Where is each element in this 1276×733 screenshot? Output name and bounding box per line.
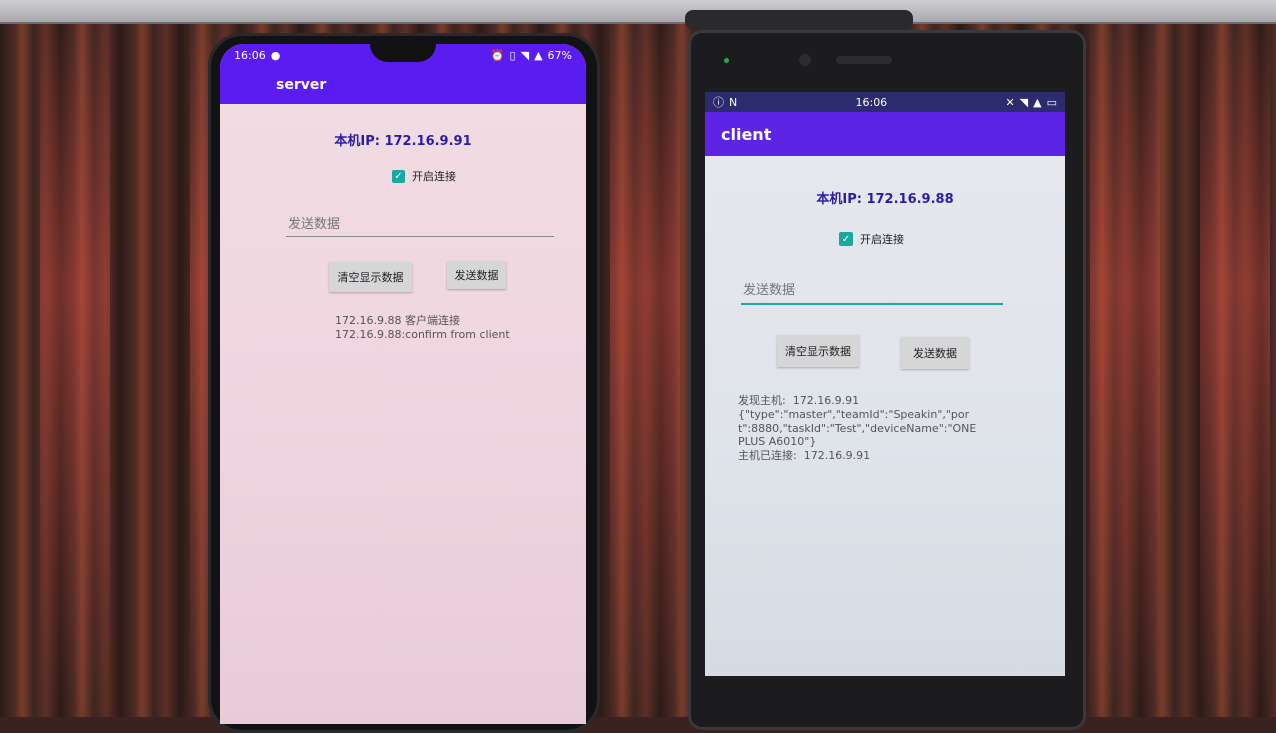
log-line: 主机已连接: 172.16.9.91 <box>738 449 871 462</box>
signal-icon: ▲ <box>534 48 543 62</box>
local-ip: 本机IP: 172.16.9.88 <box>816 192 954 207</box>
clear-display-button[interactable]: 清空显示数据 <box>329 262 412 292</box>
app-title: server <box>276 77 327 93</box>
wifi-icon: ◥ <box>520 48 530 62</box>
vibrate-icon: ▯ <box>509 48 516 62</box>
log-line: 发现主机: 172.16.9.91 <box>738 394 860 407</box>
wifi-icon: ◥ <box>1019 95 1029 109</box>
mute-icon: ✕ <box>1005 95 1015 109</box>
message-log: 172.16.9.88 客户端连接 172.16.9.88:confirm fr… <box>335 314 565 342</box>
alert-icon: ⓘ <box>713 96 724 109</box>
clear-display-button[interactable]: 清空显示数据 <box>777 335 859 367</box>
send-button[interactable]: 发送数据 <box>901 337 969 369</box>
message-log: 发现主机: 172.16.9.91 {"type":"master","team… <box>738 394 978 463</box>
client-status-bar: ⓘ N 16:06 ✕ ◥ ▲ ▭ <box>705 92 1065 112</box>
log-line: {"type":"master","teamId":"Speakin","por… <box>738 407 977 449</box>
notch <box>370 44 436 62</box>
connect-toggle[interactable]: ✓ 开启连接 <box>839 231 904 247</box>
signal-icon: ▲ <box>1033 95 1042 109</box>
status-time: 16:06 <box>855 95 888 109</box>
connect-label: 开启连接 <box>412 170 456 183</box>
battery-icon: ▭ <box>1046 95 1057 109</box>
client-app-bar: client <box>705 112 1065 156</box>
nfc-icon: N <box>729 95 738 109</box>
local-ip: 本机IP: 172.16.9.91 <box>334 134 472 149</box>
send-input[interactable] <box>286 212 554 237</box>
checkbox-checked-icon[interactable]: ✓ <box>392 169 405 183</box>
alarm-icon: ⏰ <box>490 48 505 62</box>
chat-icon: ● <box>270 48 281 62</box>
log-line: 172.16.9.88 客户端连接 <box>335 314 460 327</box>
send-button[interactable]: 发送数据 <box>447 261 506 289</box>
status-time: 16:06 <box>234 48 266 62</box>
server-app-bar: server <box>220 66 586 104</box>
server-screen: 16:06 ● ⏰ ▯ ◥ ▲ 67% server 本机IP: 172.16.… <box>220 44 586 724</box>
connect-toggle[interactable]: ✓ 开启连接 <box>392 168 456 184</box>
earpiece <box>836 56 892 64</box>
front-camera <box>799 54 811 66</box>
app-title: client <box>721 124 772 144</box>
laptop-hinge <box>685 10 913 30</box>
checkbox-checked-icon[interactable]: ✓ <box>839 232 853 246</box>
connect-label: 开启连接 <box>860 233 904 246</box>
log-line: 172.16.9.88:confirm from client <box>335 327 510 341</box>
client-screen: ⓘ N 16:06 ✕ ◥ ▲ ▭ client 本机IP: 172.16.9.… <box>705 92 1065 676</box>
led-indicator <box>724 58 729 63</box>
send-input[interactable] <box>741 277 1003 305</box>
battery-percent: 67% <box>547 48 572 62</box>
laptop-edge <box>0 0 1276 24</box>
